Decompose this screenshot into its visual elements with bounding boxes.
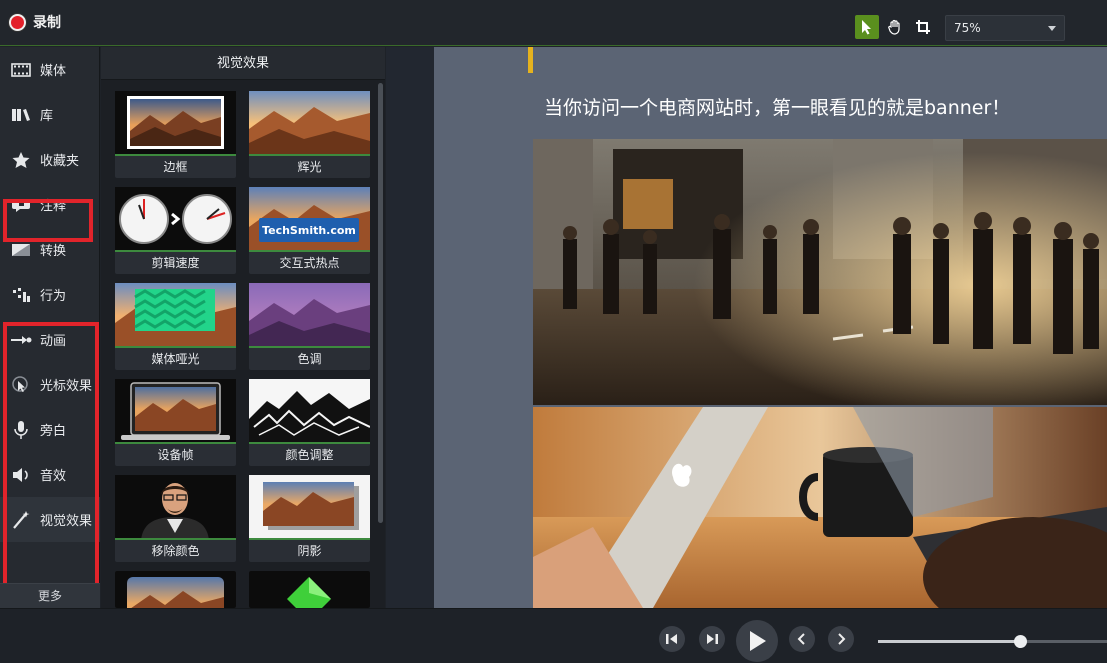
editor-app: 录制 75% 媒体 库 收藏夹 注释 转换 行为 动画 光标效果 旁白 音效 视… bbox=[0, 0, 1107, 663]
highlight-box-effects-group bbox=[3, 322, 99, 600]
effect-thumbnail bbox=[115, 571, 236, 608]
visual-effects-panel: 视觉效果 边框 辉光 剪辑速度 TechSmith.com 交互式热点 媒体哑光… bbox=[101, 47, 385, 608]
effect-thumbnail bbox=[115, 283, 236, 348]
canvas-area: 当你访问一个电商网站时，第一眼看见的就是banner！ bbox=[386, 47, 1107, 608]
effect-thumbnail bbox=[115, 475, 236, 540]
highlight-box-transitions bbox=[3, 199, 93, 242]
effect-card-remove-color[interactable]: 移除颜色 bbox=[115, 475, 236, 562]
film-icon bbox=[10, 59, 32, 81]
effect-card-glow[interactable]: 辉光 bbox=[249, 91, 370, 178]
playback-scrubber[interactable] bbox=[878, 635, 1107, 648]
zoom-select[interactable]: 75% bbox=[945, 15, 1065, 41]
effect-thumbnail bbox=[249, 283, 370, 348]
chevron-left-icon bbox=[797, 633, 805, 645]
canvas-headline: 当你访问一个电商网站时，第一眼看见的就是banner！ bbox=[544, 97, 1011, 119]
sidebar-item-label: 库 bbox=[40, 109, 54, 124]
effect-card-colorize[interactable]: 色调 bbox=[249, 283, 370, 370]
select-tool-button[interactable] bbox=[855, 15, 879, 39]
previous-button[interactable] bbox=[789, 626, 815, 652]
chevron-right-icon bbox=[838, 633, 846, 645]
effect-label: 媒体哑光 bbox=[151, 352, 200, 366]
scrubber-progress bbox=[878, 640, 1020, 643]
effect-card[interactable] bbox=[249, 571, 370, 608]
effect-label: 剪辑速度 bbox=[151, 256, 200, 270]
effect-thumbnail bbox=[249, 571, 370, 608]
effect-label: 移除颜色 bbox=[151, 544, 200, 558]
panel-title: 视觉效果 bbox=[101, 47, 385, 80]
laptop-coffee-photo bbox=[533, 407, 1107, 608]
effect-label: 交互式热点 bbox=[279, 256, 340, 270]
effect-label: 颜色调整 bbox=[285, 448, 334, 462]
effect-thumbnail bbox=[249, 91, 370, 156]
sidebar-item-media[interactable]: 媒体 bbox=[0, 47, 100, 92]
step-forward-icon bbox=[707, 634, 718, 644]
effect-thumbnail bbox=[115, 379, 236, 444]
play-button[interactable] bbox=[736, 620, 778, 662]
crop-tool-button[interactable] bbox=[911, 15, 935, 39]
sidebar-item-label: 转换 bbox=[40, 244, 67, 259]
play-icon bbox=[750, 631, 766, 651]
effect-thumbnail bbox=[249, 475, 370, 540]
canvas-tools bbox=[855, 15, 935, 39]
effect-thumbnail bbox=[249, 379, 370, 444]
next-button[interactable] bbox=[828, 626, 854, 652]
effect-label: 边框 bbox=[163, 160, 188, 174]
playback-bar bbox=[0, 608, 1107, 663]
panel-scrollbar[interactable] bbox=[378, 83, 383, 523]
sidebar-item-label: 收藏夹 bbox=[40, 154, 80, 169]
sidebar-item-behaviors[interactable]: 行为 bbox=[0, 272, 100, 317]
effect-card-media-matte[interactable]: 媒体哑光 bbox=[115, 283, 236, 370]
effect-thumbnail: TechSmith.com bbox=[249, 187, 370, 252]
effect-card-interactive-hotspot[interactable]: TechSmith.com 交互式热点 bbox=[249, 187, 370, 274]
record-button[interactable]: 录制 bbox=[9, 12, 61, 32]
effect-label: 色调 bbox=[297, 352, 322, 366]
effect-thumbnail bbox=[115, 187, 236, 252]
preview-canvas[interactable]: 当你访问一个电商网站时，第一眼看见的就是banner！ bbox=[434, 47, 1107, 608]
effect-card-color-adjustment[interactable]: 颜色调整 bbox=[249, 379, 370, 466]
library-icon bbox=[10, 104, 32, 126]
sidebar-item-label: 行为 bbox=[40, 289, 67, 304]
effect-card-border[interactable]: 边框 bbox=[115, 91, 236, 178]
sidebar: 媒体 库 收藏夹 注释 转换 行为 动画 光标效果 旁白 音效 视觉效果 更多 bbox=[0, 47, 100, 608]
chevron-down-icon bbox=[1048, 26, 1056, 31]
effect-card-shadow[interactable]: 阴影 bbox=[249, 475, 370, 562]
scrubber-handle[interactable] bbox=[1013, 635, 1027, 648]
record-icon bbox=[9, 13, 26, 31]
step-back-button[interactable] bbox=[659, 626, 685, 652]
effect-thumbnail bbox=[115, 91, 236, 156]
hotspot-thumb-text: TechSmith.com bbox=[262, 224, 356, 237]
effect-label: 阴影 bbox=[297, 544, 322, 558]
record-label: 录制 bbox=[33, 15, 61, 31]
pan-tool-button[interactable] bbox=[883, 15, 907, 39]
effect-label: 设备帧 bbox=[157, 448, 194, 462]
hand-icon bbox=[888, 19, 900, 35]
caption-marker bbox=[528, 47, 533, 73]
behavior-icon bbox=[10, 284, 32, 306]
effect-card-device-frame[interactable]: 设备帧 bbox=[115, 379, 236, 466]
arrow-cursor-icon bbox=[862, 20, 871, 35]
effect-card[interactable] bbox=[115, 571, 236, 608]
street-photo bbox=[533, 139, 1107, 405]
sidebar-item-favorites[interactable]: 收藏夹 bbox=[0, 137, 100, 182]
step-back-icon bbox=[666, 634, 677, 644]
step-forward-button[interactable] bbox=[699, 626, 725, 652]
sidebar-item-label: 媒体 bbox=[40, 64, 67, 79]
sidebar-item-library[interactable]: 库 bbox=[0, 92, 100, 137]
crop-icon bbox=[916, 20, 930, 34]
zoom-value: 75% bbox=[954, 21, 981, 35]
effect-label: 辉光 bbox=[297, 160, 322, 174]
top-toolbar: 录制 75% bbox=[0, 0, 1107, 46]
star-icon bbox=[10, 149, 32, 171]
effect-card-clip-speed[interactable]: 剪辑速度 bbox=[115, 187, 236, 274]
more-button[interactable]: 更多 bbox=[0, 583, 100, 608]
